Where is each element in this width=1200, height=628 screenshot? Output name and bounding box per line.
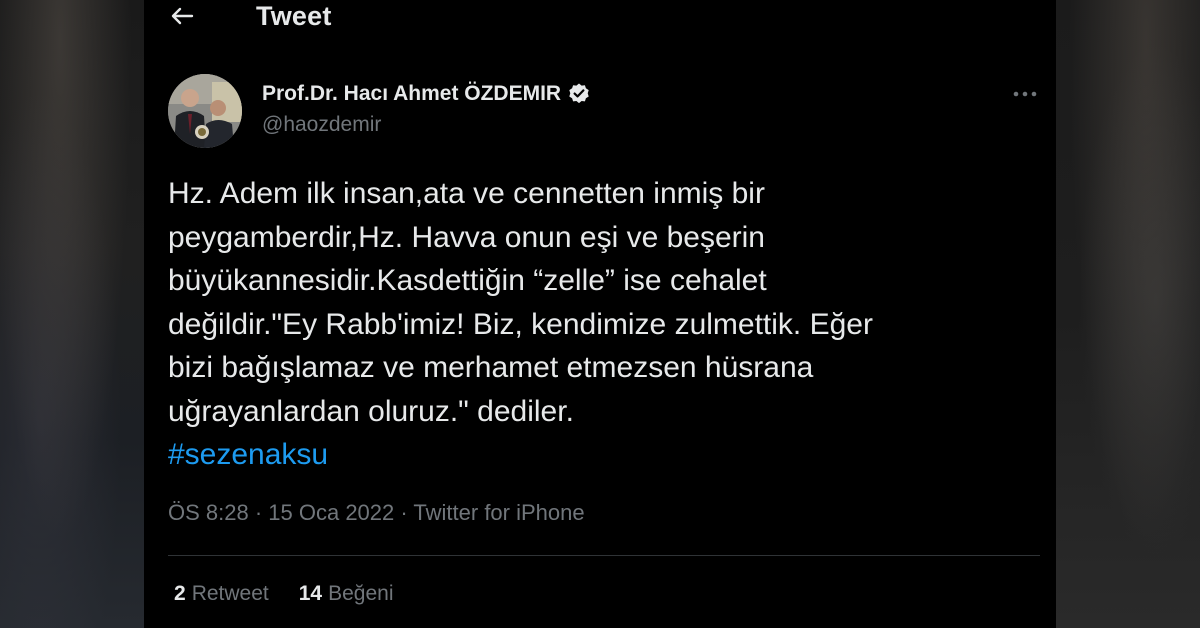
tweet-source[interactable]: Twitter for iPhone [413,500,584,525]
tweet-text-line: bizi bağışlamaz ve merhamet etmezsen hüs… [168,351,814,384]
divider [168,555,1040,556]
tweet-text-line: değildir."Ey Rabb'imiz! Biz, kendimize z… [168,307,873,341]
tweet-stats: 2 Retweet 14 Beğeni [174,582,393,606]
verified-badge-icon [569,83,589,104]
retweets-label: Retweet [191,582,269,605]
author-name-row: Prof.Dr. Hacı Ahmet ÖZDEMIR [262,82,591,106]
page-title: Tweet [256,1,332,31]
meta-separator: · [248,500,269,525]
tweet-text-line: uğrayanlardan oluruz." dediler. [168,394,574,428]
hashtag-link[interactable]: #sezenaksu [168,433,1028,477]
avatar-photo [168,74,242,148]
blurred-background-right [1056,0,1200,628]
tweet-detail-panel: Tweet Prof.Dr. Hacı Ahmet ÖZDEMIR @haozd… [144,0,1056,628]
tweet-text-line: Hz. Adem ilk insan,ata ve cennetten inmi… [168,177,765,210]
retweets-stat[interactable]: 2 Retweet [174,582,269,606]
top-bar: Tweet [144,0,1056,36]
tweet-time[interactable]: ÖS 8:28 [168,500,249,525]
tweet-meta: ÖS 8:28 · 15 Oca 2022 · Twitter for iPho… [168,500,585,526]
tweet-text-line: büyükannesidir.Kasdettiğin “zelle” ise c… [168,264,767,297]
screenshot-stage: Tweet Prof.Dr. Hacı Ahmet ÖZDEMIR @haozd… [0,0,1200,628]
tweet-text-line: peygamberdir,Hz. Havva onun eşi ve beşer… [168,220,765,254]
author-handle[interactable]: @haozdemir [262,113,381,137]
blurred-background-left [0,0,144,628]
meta-separator: · [394,500,414,525]
likes-count: 14 [298,582,323,605]
arrow-left-icon[interactable] [168,4,196,28]
avatar[interactable] [168,74,242,148]
author-display-name[interactable]: Prof.Dr. Hacı Ahmet ÖZDEMIR [262,82,561,106]
likes-label: Beğeni [328,582,394,605]
more-horizontal-icon[interactable] [1010,84,1040,104]
tweet-date[interactable]: 15 Oca 2022 [268,500,394,525]
tweet-text: Hz. Adem ilk insan,ata ve cennetten inmi… [168,172,1028,477]
likes-stat[interactable]: 14 Beğeni [299,582,394,606]
retweets-count: 2 [174,582,186,605]
